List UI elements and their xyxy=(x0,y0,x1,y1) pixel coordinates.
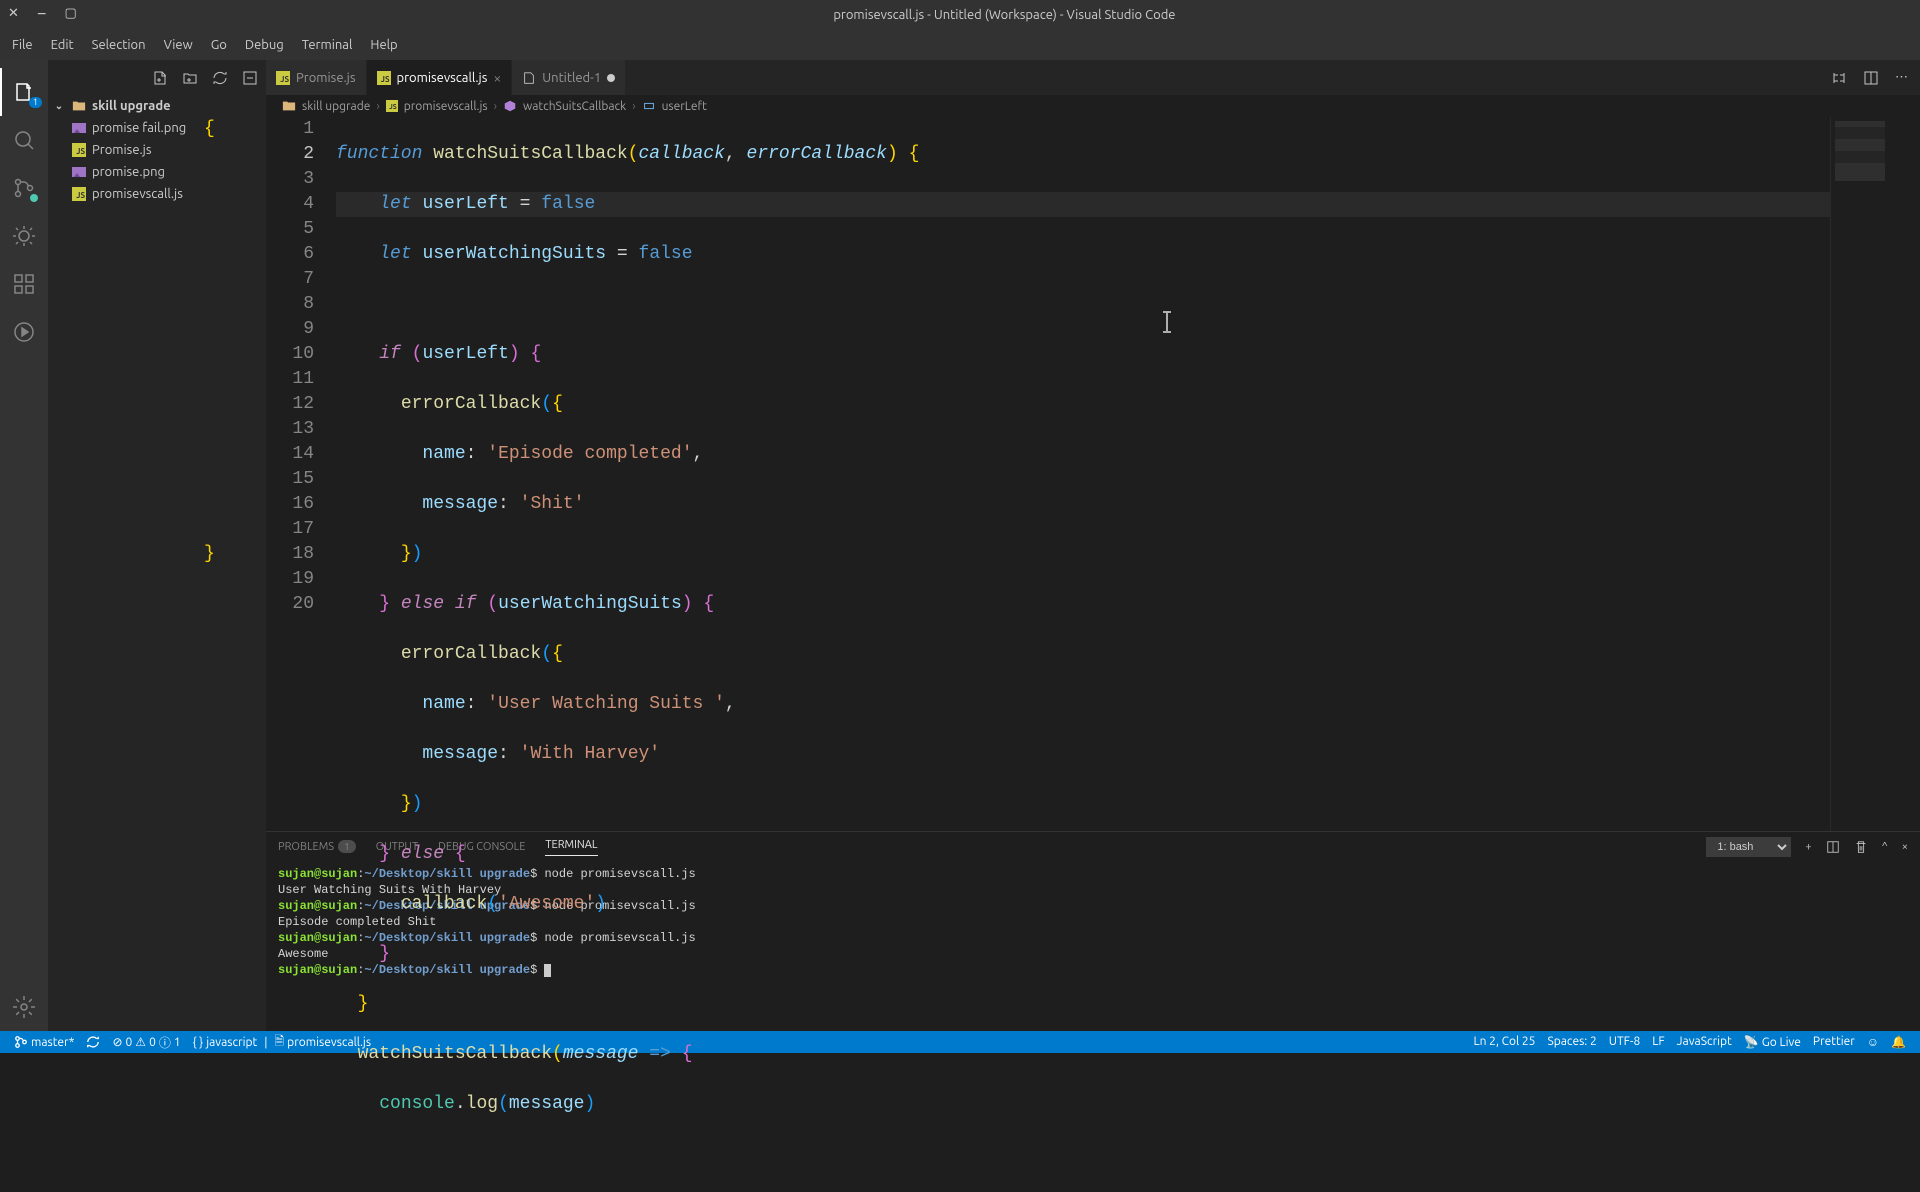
tree-item-label: promise.png xyxy=(92,165,165,179)
menu-terminal[interactable]: Terminal xyxy=(294,34,361,56)
search-icon[interactable] xyxy=(0,116,48,164)
sidebar-header xyxy=(48,60,266,95)
chevron-right-icon: › xyxy=(494,100,497,113)
maximize-icon[interactable]: ▢ xyxy=(65,6,77,24)
menu-selection[interactable]: Selection xyxy=(84,34,154,56)
minimize-icon[interactable]: − xyxy=(37,6,47,24)
minimap[interactable] xyxy=(1830,117,1920,831)
tree-item[interactable]: JS Promise.js xyxy=(48,139,266,161)
tree-item-label: promisevscall.js xyxy=(92,187,183,201)
menu-go[interactable]: Go xyxy=(203,34,235,56)
image-icon xyxy=(70,123,88,133)
file-icon xyxy=(522,71,536,85)
maximize-panel-icon[interactable]: ^ xyxy=(1882,841,1888,853)
refresh-icon[interactable] xyxy=(212,70,228,86)
tabs: JS Promise.js JS promisevscall.js × Unti… xyxy=(266,60,1920,95)
code-editor[interactable]: 1234567891011121314151617181920 function… xyxy=(266,117,1920,831)
menu-file[interactable]: File xyxy=(4,34,41,56)
tab-label: promisevscall.js xyxy=(397,71,488,85)
debug-icon[interactable] xyxy=(0,212,48,260)
menu-debug[interactable]: Debug xyxy=(237,34,292,56)
source-control-icon[interactable] xyxy=(0,164,48,212)
js-file-icon: JS xyxy=(386,100,398,112)
tab-label: Promise.js xyxy=(296,71,356,85)
activitybar: 1 xyxy=(0,60,48,1031)
new-file-icon[interactable] xyxy=(152,70,168,86)
close-icon[interactable]: ✕ xyxy=(8,6,19,24)
line-numbers: 1234567891011121314151617181920 xyxy=(266,117,336,831)
close-tab-icon[interactable]: × xyxy=(493,70,501,86)
js-file-icon: JS xyxy=(377,71,391,85)
close-panel-icon[interactable]: × xyxy=(1902,841,1908,853)
new-folder-icon[interactable] xyxy=(182,70,198,86)
titlebar: ✕ − ▢ promisevscall.js - Untitled (Works… xyxy=(0,0,1920,30)
code-content[interactable]: function watchSuitsCallback(callback, er… xyxy=(336,117,1830,831)
explorer-icon[interactable]: 1 xyxy=(0,68,48,116)
tree-item[interactable]: JS promisevscall.js xyxy=(48,183,266,205)
explorer-badge: 1 xyxy=(29,97,42,108)
menu-view[interactable]: View xyxy=(156,34,201,56)
breadcrumb-item[interactable]: watchSuitsCallback xyxy=(523,100,626,113)
breadcrumb[interactable]: skill upgrade › JS promisevscall.js › wa… xyxy=(266,95,1920,117)
image-icon xyxy=(70,167,88,177)
folder-icon xyxy=(282,99,296,113)
more-icon[interactable]: ⋯ xyxy=(1895,70,1908,85)
menu-help[interactable]: Help xyxy=(362,34,405,56)
run-icon[interactable] xyxy=(0,308,48,356)
variable-icon xyxy=(642,99,656,113)
chevron-right-icon: › xyxy=(376,100,379,113)
tree-root[interactable]: ⌄ skill upgrade xyxy=(48,95,266,117)
tab-label: Untitled-1 xyxy=(542,71,601,85)
settings-icon[interactable] xyxy=(0,983,48,1031)
breadcrumb-item[interactable]: skill upgrade xyxy=(302,100,370,113)
window-title: promisevscall.js - Untitled (Workspace) … xyxy=(97,8,1912,22)
split-editor-icon[interactable] xyxy=(1863,70,1879,86)
dirty-dot-icon xyxy=(607,74,615,82)
menubar: File Edit Selection View Go Debug Termin… xyxy=(0,30,1920,60)
method-icon xyxy=(503,99,517,113)
collapse-icon[interactable] xyxy=(242,70,258,86)
tree-item-label: Promise.js xyxy=(92,143,152,157)
status-diagnostics[interactable]: ⊘0 ⚠0 ⓘ1 xyxy=(106,1031,186,1053)
tree-item[interactable]: promise fail.png xyxy=(48,117,266,139)
js-file-icon: JS xyxy=(70,143,88,157)
folder-icon xyxy=(70,99,88,113)
kill-terminal-icon[interactable] xyxy=(1854,840,1868,854)
sidebar: ⌄ skill upgrade promise fail.png JS Prom… xyxy=(48,60,266,1031)
text-cursor-icon xyxy=(1166,312,1168,332)
tab-promise-js[interactable]: JS Promise.js xyxy=(266,60,367,95)
tree-root-label: skill upgrade xyxy=(92,99,171,113)
status-branch[interactable]: master* xyxy=(8,1031,80,1053)
status-sync[interactable] xyxy=(80,1031,106,1053)
editor-area: JS Promise.js JS promisevscall.js × Unti… xyxy=(266,60,1920,1031)
chevron-down-icon: ⌄ xyxy=(52,100,66,112)
extensions-icon[interactable] xyxy=(0,260,48,308)
js-file-icon: JS xyxy=(276,71,290,85)
compare-icon[interactable] xyxy=(1831,70,1847,86)
menu-edit[interactable]: Edit xyxy=(43,34,82,56)
tree-item[interactable]: promise.png xyxy=(48,161,266,183)
tab-untitled[interactable]: Untitled-1 xyxy=(512,60,626,95)
chevron-right-icon: › xyxy=(632,100,635,113)
status-bell-icon[interactable]: 🔔 xyxy=(1885,1035,1912,1049)
js-file-icon: JS xyxy=(70,187,88,201)
status-feedback-icon[interactable]: ☺ xyxy=(1861,1035,1885,1049)
breadcrumb-item[interactable]: promisevscall.js xyxy=(404,100,488,113)
tab-promisevscall-js[interactable]: JS promisevscall.js × xyxy=(367,60,513,95)
tree-item-label: promise fail.png xyxy=(92,121,186,135)
breadcrumb-item[interactable]: userLeft xyxy=(662,100,707,113)
